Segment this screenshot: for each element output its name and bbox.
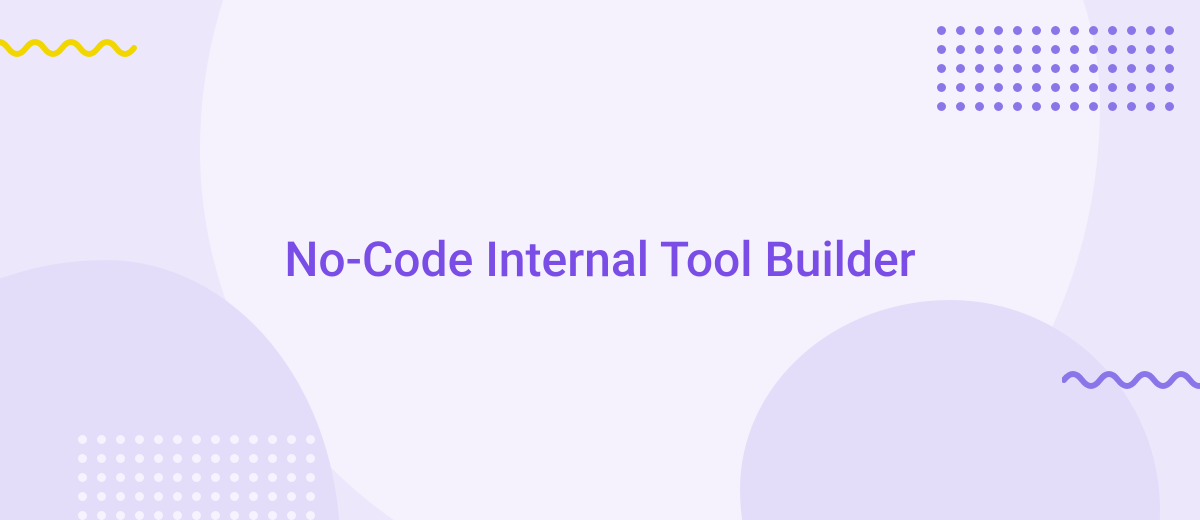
- squiggle-decoration-icon: [0, 36, 138, 60]
- dot-grid-decoration-icon: [937, 26, 1174, 111]
- dot-grid-decoration-icon: [78, 435, 315, 520]
- squiggle-decoration-icon: [1062, 368, 1200, 392]
- hero-title: No-Code Internal Tool Builder: [250, 230, 950, 290]
